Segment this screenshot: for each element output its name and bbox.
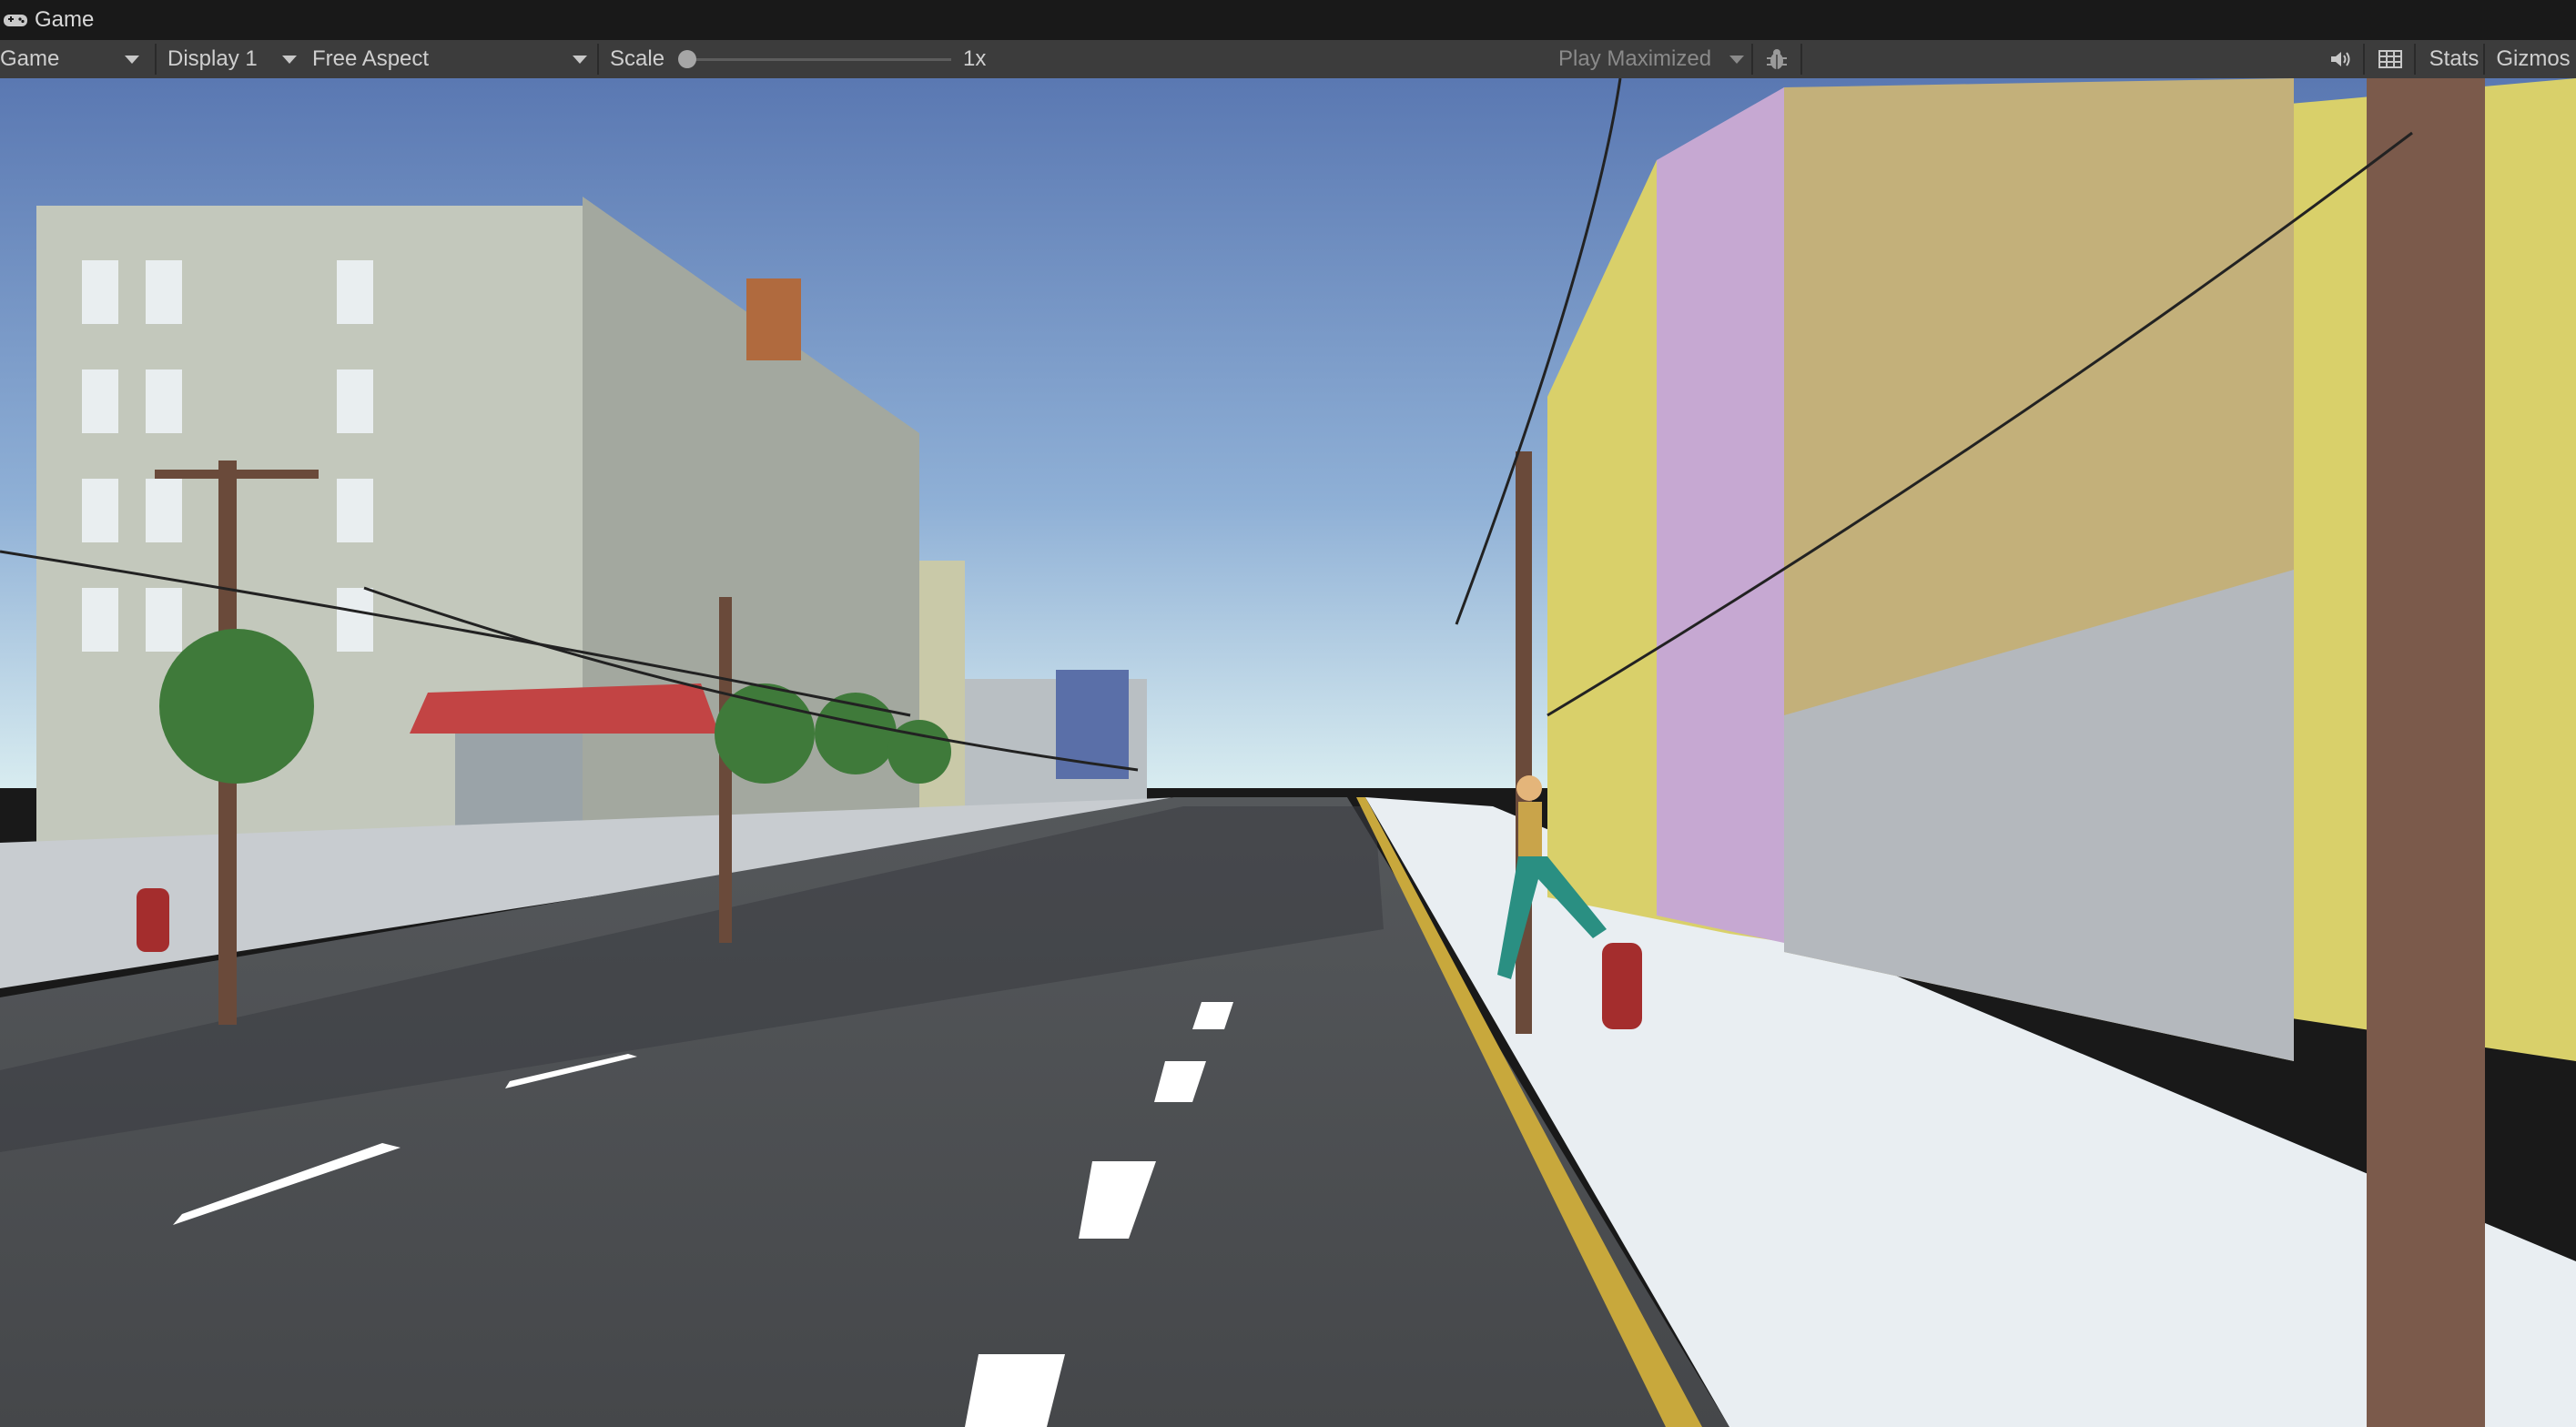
debug-button[interactable]: [1759, 40, 1795, 78]
aspect-dropdown[interactable]: Free Aspect: [312, 40, 594, 78]
grid-icon: [2378, 50, 2402, 68]
toolbar-divider: [1751, 44, 1753, 75]
view-dropdown-label: Game: [0, 46, 60, 71]
play-maximized-label: Play Maximized: [1558, 46, 1712, 71]
gamepad-icon: [4, 15, 27, 26]
grid-toggle-button[interactable]: [2372, 40, 2409, 78]
scale-value: 1x: [963, 46, 987, 71]
bug-icon: [1767, 49, 1787, 69]
gizmos-button[interactable]: Gizmos: [2490, 40, 2576, 78]
display-dropdown-label: Display 1: [167, 46, 258, 71]
toolbar-divider: [155, 44, 157, 75]
view-dropdown[interactable]: Game: [0, 40, 155, 78]
chevron-down-icon: [282, 56, 297, 64]
scale-slider-track: [687, 58, 951, 61]
toolbar-divider: [2363, 44, 2365, 75]
chevron-down-icon: [1729, 56, 1744, 64]
scale-slider[interactable]: [678, 40, 951, 78]
mute-audio-button[interactable]: [2325, 40, 2358, 78]
chevron-down-icon: [125, 56, 139, 64]
stats-button[interactable]: Stats: [2421, 40, 2487, 78]
utility-pole-foreground: [2367, 78, 2485, 1427]
toolbar-divider: [1800, 44, 1802, 75]
utility-pole-left-mid: [719, 597, 732, 943]
aspect-dropdown-label: Free Aspect: [312, 46, 430, 71]
speaker-icon: [2331, 52, 2350, 66]
display-dropdown[interactable]: Display 1: [167, 40, 304, 78]
tab-game[interactable]: Game: [0, 0, 103, 40]
game-toolbar: Game Display 1 Free Aspect Scale 1x Play…: [0, 40, 2576, 80]
toolbar-divider: [597, 44, 599, 75]
tab-label: Game: [35, 7, 95, 32]
chevron-down-icon: [573, 56, 587, 64]
city-street-render: [0, 78, 2576, 1427]
fire-hydrant-right: [1602, 943, 1642, 1029]
tab-bar: Game: [0, 0, 2576, 41]
building-right-purple: [1657, 87, 1784, 943]
water-tower: [746, 278, 801, 360]
game-viewport[interactable]: [0, 78, 2576, 1427]
play-maximized-dropdown[interactable]: Play Maximized: [1558, 40, 1759, 78]
toolbar-divider: [2483, 44, 2485, 75]
fire-hydrant-left: [137, 888, 169, 952]
scale-slider-thumb[interactable]: [678, 50, 696, 68]
toolbar-divider: [2414, 44, 2416, 75]
utility-crossbar-left: [155, 470, 319, 479]
storefront-window: [455, 734, 583, 834]
